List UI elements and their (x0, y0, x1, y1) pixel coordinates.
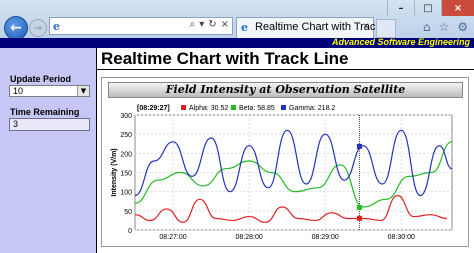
legend-swatch-gamma (281, 105, 286, 110)
legend-swatch-beta (231, 105, 236, 110)
realtime-chart[interactable]: 0 50 100 150 200 250 300 08:27:00 08:28:00 08:29:… (0, 0, 474, 253)
legend-label-alpha: Alpha: 30.52 (189, 105, 228, 112)
x-tick-label: 08:28:00 (235, 234, 262, 241)
track-marker-alpha (356, 215, 362, 221)
legend-label-beta: Beta: 58.85 (239, 105, 275, 112)
track-marker-gamma (356, 143, 362, 149)
y-tick-label: 150 (120, 171, 132, 178)
y-tick-label: 250 (120, 132, 132, 139)
y-tick-label: 300 (120, 113, 132, 120)
x-tick-label: 08:29:00 (312, 234, 339, 241)
y-tick-label: 100 (120, 190, 132, 197)
legend-label-gamma: Gamma: 218.2 (289, 105, 335, 112)
legend-swatch-alpha (181, 105, 186, 110)
y-axis-label: Intensity (V/m) (111, 148, 118, 196)
y-tick-label: 50 (124, 209, 132, 216)
track-time-label: [08:29:27] (137, 105, 170, 112)
track-marker-beta (356, 204, 362, 210)
y-tick-label: 200 (120, 151, 132, 158)
x-tick-label: 08:27:00 (159, 234, 186, 241)
x-tick-label: 08:30:00 (388, 234, 415, 241)
y-tick-label: 0 (128, 228, 132, 235)
